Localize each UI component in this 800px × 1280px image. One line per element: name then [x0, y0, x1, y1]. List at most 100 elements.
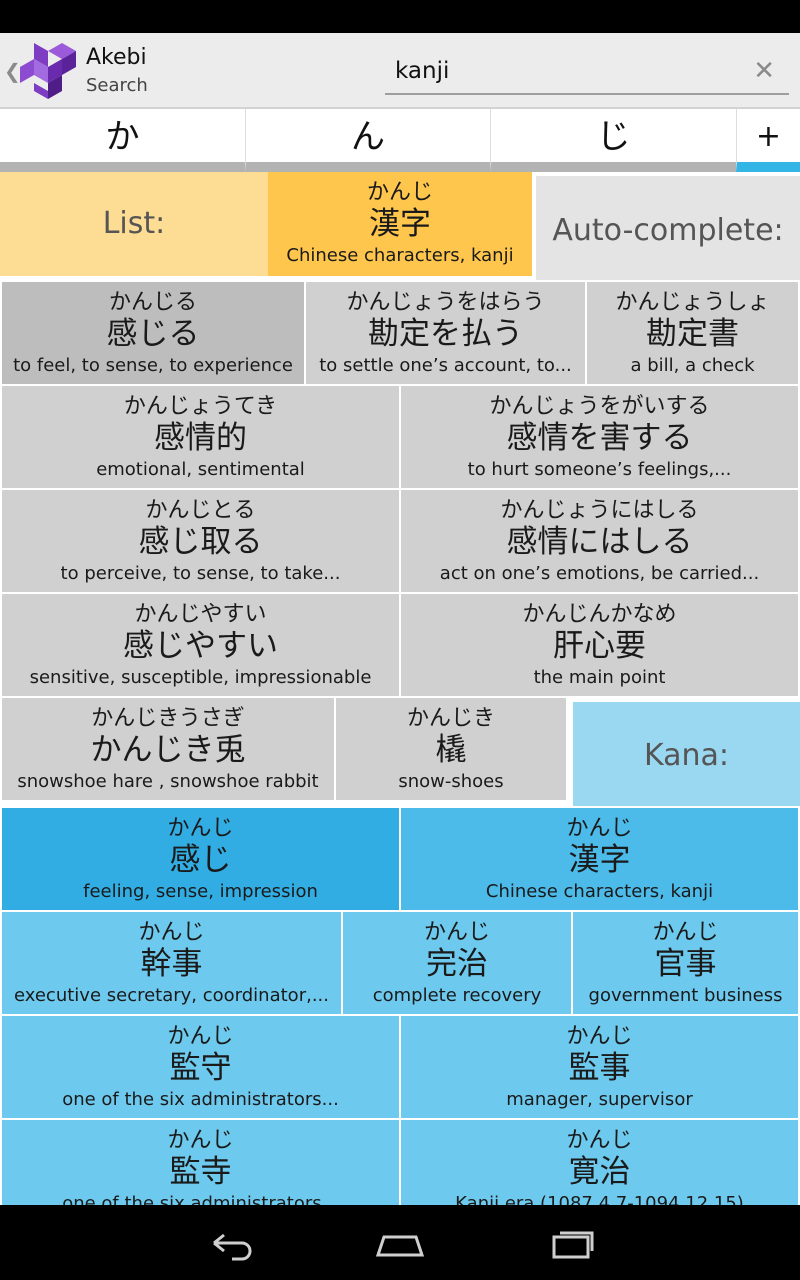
- entry-word: 感情にはしる: [506, 524, 693, 560]
- autocomplete-entry[interactable]: かんじょうをがいする 感情を害する to hurt someone’s feel…: [401, 386, 798, 488]
- entry-word: 寛治: [568, 1154, 631, 1190]
- entry-word: 幹事: [140, 946, 203, 982]
- entry-word: 漢字: [369, 206, 431, 242]
- entry-gloss: government business: [588, 985, 783, 1006]
- entry-gloss: to perceive, to sense, to take...: [60, 563, 341, 584]
- entry-word: 監寺: [169, 1154, 232, 1190]
- action-bar: ❮ Akebi Search ✕: [0, 33, 800, 109]
- entry-word: 監事: [568, 1050, 631, 1086]
- entry-word: 感じる: [106, 316, 200, 352]
- entry-reading: かんじ: [652, 920, 719, 945]
- app-logo-icon[interactable]: [16, 39, 80, 101]
- add-kana-button[interactable]: +: [736, 109, 800, 172]
- entry-gloss: Chinese characters, kanji: [485, 881, 714, 902]
- autocomplete-entry[interactable]: かんじやすい 感じやすい sensitive, susceptible, imp…: [2, 594, 399, 696]
- entry-gloss: Kanji era (1087.4.7-1094.12.15): [455, 1193, 744, 1205]
- kana-tab-3[interactable]: じ: [490, 109, 736, 172]
- autocomplete-entry[interactable]: かんじょうてき 感情的 emotional, sentimental: [2, 386, 399, 488]
- entry-gloss: manager, supervisor: [506, 1089, 693, 1110]
- entry-reading: かんじる: [108, 290, 197, 315]
- entry-reading: かんじんかなめ: [522, 602, 677, 627]
- nav-recents-icon[interactable]: [540, 1223, 600, 1263]
- kana-entry[interactable]: かんじ 官事 government business: [573, 912, 798, 1014]
- status-bar: [0, 0, 800, 33]
- nav-back-icon[interactable]: [200, 1223, 260, 1263]
- entry-gloss: complete recovery: [372, 985, 542, 1006]
- entry-reading: かんじ: [566, 1128, 633, 1153]
- entry-word: 感情を害する: [506, 420, 693, 456]
- entry-reading: かんじ: [566, 1024, 633, 1049]
- entry-word: かんじき兎: [90, 732, 246, 768]
- kana-entry[interactable]: かんじ 完治 complete recovery: [343, 912, 571, 1014]
- entry-reading: かんじとる: [145, 498, 256, 523]
- entry-gloss: to feel, to sense, to experience: [13, 355, 293, 376]
- autocomplete-section-label: Auto-complete:: [536, 176, 800, 280]
- autocomplete-entry[interactable]: かんじんかなめ 肝心要 the main point: [401, 594, 798, 696]
- entry-reading: かんじょうてき: [123, 394, 278, 419]
- kana-entry[interactable]: かんじ 監事 manager, supervisor: [401, 1016, 798, 1118]
- entry-gloss: sensitive, susceptible, impressionable: [29, 667, 372, 688]
- list-section-label: List:: [0, 172, 268, 276]
- entry-word: 橇: [435, 732, 467, 768]
- kana-tab-1[interactable]: か: [0, 109, 245, 172]
- autocomplete-entry[interactable]: かんじょうしょ 勘定書 a bill, a check: [587, 282, 798, 384]
- kana-entry[interactable]: かんじ 監守 one of the six administrators...: [2, 1016, 399, 1118]
- kana-tab-2[interactable]: ん: [245, 109, 490, 172]
- entry-word: 官事: [654, 946, 717, 982]
- entry-reading: かんじ: [167, 816, 234, 841]
- entry-gloss: to hurt someone’s feelings,...: [467, 459, 732, 480]
- entry-word: 感じ取る: [138, 524, 263, 560]
- autocomplete-entry[interactable]: かんじとる 感じ取る to perceive, to sense, to tak…: [2, 490, 399, 592]
- entry-reading: かんじやすい: [134, 602, 267, 627]
- entry-word: 漢字: [568, 842, 631, 878]
- entry-gloss: emotional, sentimental: [96, 459, 305, 480]
- entry-gloss: snowshoe hare , snowshoe rabbit: [17, 771, 319, 792]
- entry-gloss: the main point: [533, 667, 666, 688]
- entry-reading: かんじょうしょ: [615, 290, 770, 315]
- entry-word: 感じ: [169, 842, 232, 878]
- entry-gloss: one of the six administrators...: [62, 1193, 339, 1205]
- entry-gloss: a bill, a check: [630, 355, 755, 376]
- autocomplete-entry[interactable]: かんじき 橇 snow-shoes: [336, 698, 566, 800]
- entry-gloss: to settle one’s account, to...: [319, 355, 572, 376]
- app-title: Akebi: [86, 45, 147, 70]
- entry-reading: かんじきうさぎ: [91, 706, 245, 731]
- kana-entry[interactable]: かんじ 寛治 Kanji era (1087.4.7-1094.12.15): [401, 1120, 798, 1205]
- autocomplete-entry[interactable]: かんじる 感じる to feel, to sense, to experienc…: [2, 282, 304, 384]
- autocomplete-entry[interactable]: かんじょうをはらう 勘定を払う to settle one’s account,…: [306, 282, 585, 384]
- nav-home-icon[interactable]: [370, 1223, 430, 1263]
- entry-word: 完治: [426, 946, 488, 982]
- entry-reading: かんじき: [406, 706, 495, 731]
- entry-reading: かんじ: [566, 816, 633, 841]
- entry-gloss: act on one’s emotions, be carried...: [439, 563, 760, 584]
- kana-entry[interactable]: かんじ 幹事 executive secretary, coordinator,…: [2, 912, 341, 1014]
- kana-entry[interactable]: かんじ 監寺 one of the six administrators...: [2, 1120, 399, 1205]
- entry-word: 勘定書: [646, 316, 739, 352]
- entry-word: 勘定を払う: [368, 316, 523, 352]
- autocomplete-entry[interactable]: かんじょうにはしる 感情にはしる act on one’s emotions, …: [401, 490, 798, 592]
- navigation-bar: [0, 1205, 800, 1280]
- kana-section-label: Kana:: [573, 702, 800, 806]
- entry-reading: かんじ: [167, 1128, 234, 1153]
- entry-reading: かんじ: [423, 920, 490, 945]
- kana-entry[interactable]: かんじ 感じ feeling, sense, impression: [2, 808, 399, 910]
- kana-entry[interactable]: かんじ 漢字 Chinese characters, kanji: [401, 808, 798, 910]
- entry-reading: かんじ: [366, 180, 433, 205]
- search-box: ✕: [385, 51, 789, 95]
- entry-reading: かんじ: [138, 920, 205, 945]
- entry-word: 肝心要: [553, 628, 646, 664]
- entry-reading: かんじょうにはしる: [500, 498, 699, 523]
- entry-reading: かんじ: [167, 1024, 234, 1049]
- entry-gloss: executive secretary, coordinator,...: [14, 985, 329, 1006]
- entry-gloss: Chinese characters, kanji: [286, 245, 514, 266]
- clear-icon[interactable]: ✕: [753, 55, 775, 87]
- entry-gloss: one of the six administrators...: [62, 1089, 339, 1110]
- search-input[interactable]: [395, 53, 735, 89]
- list-entry[interactable]: かんじ 漢字 Chinese characters, kanji: [268, 172, 532, 276]
- entry-word: 感情的: [154, 420, 247, 456]
- entry-reading: かんじょうをがいする: [489, 394, 710, 419]
- autocomplete-entry[interactable]: かんじきうさぎ かんじき兎 snowshoe hare , snowshoe r…: [2, 698, 334, 800]
- entry-word: 監守: [169, 1050, 232, 1086]
- entry-reading: かんじょうをはらう: [346, 290, 545, 315]
- app-subtitle: Search: [86, 75, 148, 96]
